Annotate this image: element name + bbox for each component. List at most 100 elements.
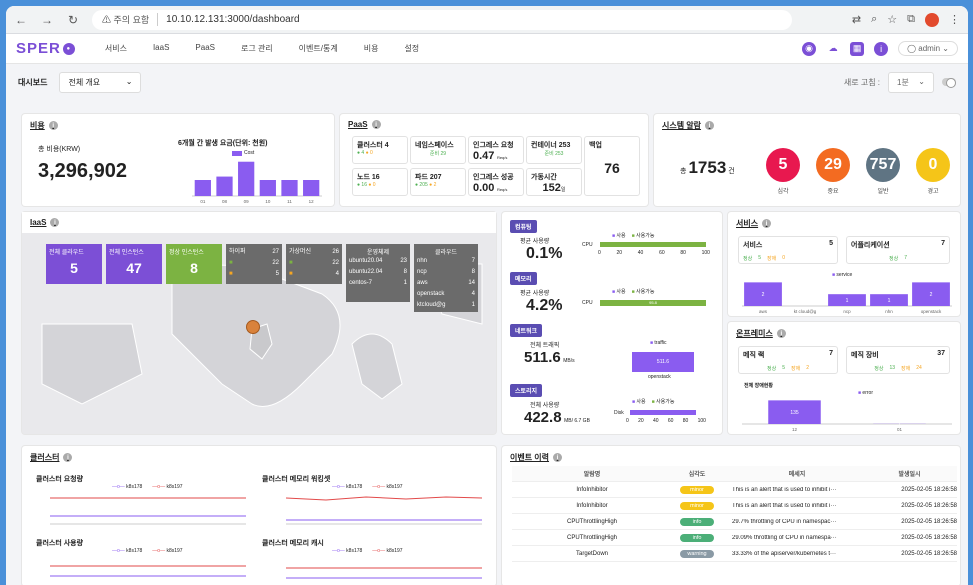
applications-row: 어플리케이션 7 xyxy=(851,240,945,250)
iaas-os-tile[interactable]: 운영체제 ubuntu20.04 23 ubuntu22.04 8 centos-7… xyxy=(346,244,410,302)
more-menu-icon[interactable]: ⋮ xyxy=(949,13,960,26)
os-name: ubuntu20.04 xyxy=(349,258,383,264)
security-warning[interactable]: ⚠ 주의 요함 xyxy=(102,13,159,26)
header-alarm-name[interactable]: 알람명 xyxy=(512,469,672,478)
severity-badge: minor xyxy=(680,485,714,494)
chart-bar[interactable] xyxy=(216,176,233,196)
os-row: ubuntu22.04 8 xyxy=(349,267,407,278)
table-row[interactable]: TargetDown warning 33.33% of the apiserv… xyxy=(512,546,957,562)
menu-cost[interactable]: 비용 xyxy=(364,43,379,54)
back-icon[interactable]: ← xyxy=(14,13,28,27)
paas-ingress-ok-box[interactable]: 인그레스 성공 0.00 Req/s xyxy=(468,168,524,196)
logo[interactable]: SPER ● xyxy=(16,40,75,57)
info-icon[interactable]: i xyxy=(50,218,60,227)
view-select[interactable]: 전체 개요 ⌄ xyxy=(59,71,142,93)
alert-critical-circle[interactable]: 5 xyxy=(766,148,800,182)
user-menu[interactable]: ◯ admin ⌄ xyxy=(898,41,958,56)
table-row[interactable]: CPUThrottlingHigh info 29.09% throttling… xyxy=(512,530,957,546)
chart-bar[interactable] xyxy=(259,180,276,196)
info-icon[interactable]: i xyxy=(776,329,786,338)
resource-metrics-card: 컴퓨팅 평균 사용량 0.1% ■ 사용 ■ 사용가능 CPU 0 20 40 60 80… xyxy=(502,212,722,434)
tick: 0 xyxy=(598,250,601,256)
iaas-total-instance-tile[interactable]: 전체 인스턴스 47 xyxy=(106,244,162,284)
storage-bar-label: Disk xyxy=(614,410,624,416)
menu-settings[interactable]: 설정 xyxy=(404,43,419,54)
grid-icon[interactable]: ▦ xyxy=(850,41,865,56)
iaas-normal-instance-tile[interactable]: 정상 인스턴스 8 xyxy=(166,244,222,284)
cluster-memory-ws-title: 클러스터 메모리 워킹셋 xyxy=(262,476,331,483)
paas-card: PaaS i 클러스터 4 ● 4 ● 0 네임스페이스 준비 29 인그레스 요… xyxy=(340,114,648,206)
header-severity[interactable]: 심각도 xyxy=(672,469,722,478)
alert-major-circle[interactable]: 29 xyxy=(816,148,850,182)
info-icon[interactable]: i xyxy=(874,41,889,56)
bookmark-star-icon[interactable]: ☆ xyxy=(887,13,897,26)
rack-box[interactable]: 메직 랙 7 정상 5 장애 2 xyxy=(738,346,838,374)
info-icon[interactable]: i xyxy=(63,453,73,462)
tick-label: 12 xyxy=(792,427,798,432)
paas-container-box[interactable]: 컨테이너 253 준비 253 xyxy=(526,136,582,164)
refresh-select[interactable]: 1분 ⌄ xyxy=(888,71,934,93)
location-marker-korea[interactable] xyxy=(246,320,260,334)
iaas-hypervisor-tile[interactable]: 하이퍼 27 ■ 22 ■ 5 xyxy=(226,244,282,284)
compute-legend: ■ 사용 ■ 사용가능 xyxy=(612,232,654,239)
iaas-vm-tile[interactable]: 가상머신 26 ■ 22 ■ 4 xyxy=(286,244,342,284)
clusters-card: 클러스터 i 클러스터 요청량 —o— k8s178 —o— k8s197 클러스터… xyxy=(22,446,496,585)
paas-uptime-box[interactable]: 가동시간 152일 xyxy=(526,168,582,196)
tick-label: 01 xyxy=(897,427,903,432)
paas-cluster-box[interactable]: 클러스터 4 ● 4 ● 0 xyxy=(352,136,408,164)
menu-logs[interactable]: 로그 관리 xyxy=(241,43,273,54)
cloud-name: nhn xyxy=(417,258,428,264)
info-icon[interactable]: i xyxy=(553,453,563,462)
zoom-icon[interactable]: ⌕ xyxy=(871,13,877,26)
applications-box[interactable]: 어플리케이션 7 정상 7 xyxy=(846,236,950,264)
paas-uptime-label: 가동시간 xyxy=(531,174,557,181)
ai-assistant-icon[interactable]: ◉ xyxy=(802,41,817,56)
info-icon[interactable]: i xyxy=(371,120,381,129)
menu-paas[interactable]: PaaS xyxy=(195,43,215,54)
cloud-name: aws xyxy=(417,280,428,286)
paas-ingress-req-box[interactable]: 인그레스 요청 0.47 Req/s xyxy=(468,136,524,164)
services-count-box[interactable]: 서비스 5 정상 5 장애 0 xyxy=(738,236,838,264)
table-row[interactable]: InfoInhibitor minor This is an alert tha… xyxy=(512,482,957,498)
menu-services[interactable]: 서비스 xyxy=(105,43,127,54)
paas-node-box[interactable]: 노드 16 ● 16 ● 0 xyxy=(352,168,408,196)
compute-bar-label: CPU xyxy=(582,242,593,248)
event-message: 29.09% throttling of CPU in namespa··· xyxy=(732,534,837,541)
profile-avatar[interactable] xyxy=(925,12,939,27)
header-message[interactable]: 메세지 xyxy=(722,469,862,478)
reload-icon[interactable]: ↻ xyxy=(66,13,80,27)
paas-backup-box[interactable]: 백업 76 xyxy=(584,136,640,196)
paas-namespace-box[interactable]: 네임스페이스 준비 29 xyxy=(410,136,466,164)
translate-icon[interactable]: ⇄ xyxy=(852,13,861,26)
paas-cluster-label: 클러스터 4 xyxy=(357,142,389,149)
table-row[interactable]: CPUThrottlingHigh info 29.7% throttling … xyxy=(512,514,957,530)
info-icon[interactable]: i xyxy=(705,121,715,130)
table-row[interactable]: InfoInhibitor minor This is an alert tha… xyxy=(512,498,957,514)
iaas-total-cloud-tile[interactable]: 전체 클라우드 5 xyxy=(46,244,102,284)
menu-events[interactable]: 이벤트/통계 xyxy=(299,43,338,54)
auto-refresh-toggle[interactable] xyxy=(942,78,956,88)
logo-text: SPER xyxy=(16,40,61,57)
cloud-icon[interactable]: ☁ xyxy=(826,42,840,56)
header-time[interactable]: 발생일시 xyxy=(862,469,957,478)
extensions-icon[interactable]: ⧉ xyxy=(907,13,915,26)
menu-iaas[interactable]: IaaS xyxy=(153,43,169,54)
events-title-text: 이벤트 이력 xyxy=(510,453,550,462)
memory-bar: 95.8 xyxy=(600,300,706,306)
iaas-cloud-tile[interactable]: 클라우드 nhn 7 ncp 8 aws 14 openstack 4 ktcloud@… xyxy=(414,244,478,312)
chart-bar[interactable] xyxy=(194,180,211,196)
chart-bar[interactable] xyxy=(303,180,320,196)
chart-bar[interactable] xyxy=(238,161,255,196)
info-icon[interactable]: i xyxy=(48,121,58,130)
alert-warning-circle[interactable]: 0 xyxy=(916,148,950,182)
forward-icon[interactable]: → xyxy=(40,13,54,27)
chart-bar[interactable] xyxy=(281,180,298,196)
device-box[interactable]: 메직 장비 37 정상 13 장애 24 xyxy=(846,346,950,374)
address-bar[interactable]: ⚠ 주의 요함 10.10.12.131:3000/dashboard xyxy=(92,9,792,30)
info-icon[interactable]: i xyxy=(762,219,772,228)
tick: 60 xyxy=(667,418,674,424)
paas-cluster-ok: 4 xyxy=(361,150,365,156)
alert-normal-circle[interactable]: 757 xyxy=(866,148,900,182)
paas-pod-box[interactable]: 파드 207 ● 205 ● 2 xyxy=(410,168,466,196)
legend-item: —o— k8s197 xyxy=(152,548,182,554)
